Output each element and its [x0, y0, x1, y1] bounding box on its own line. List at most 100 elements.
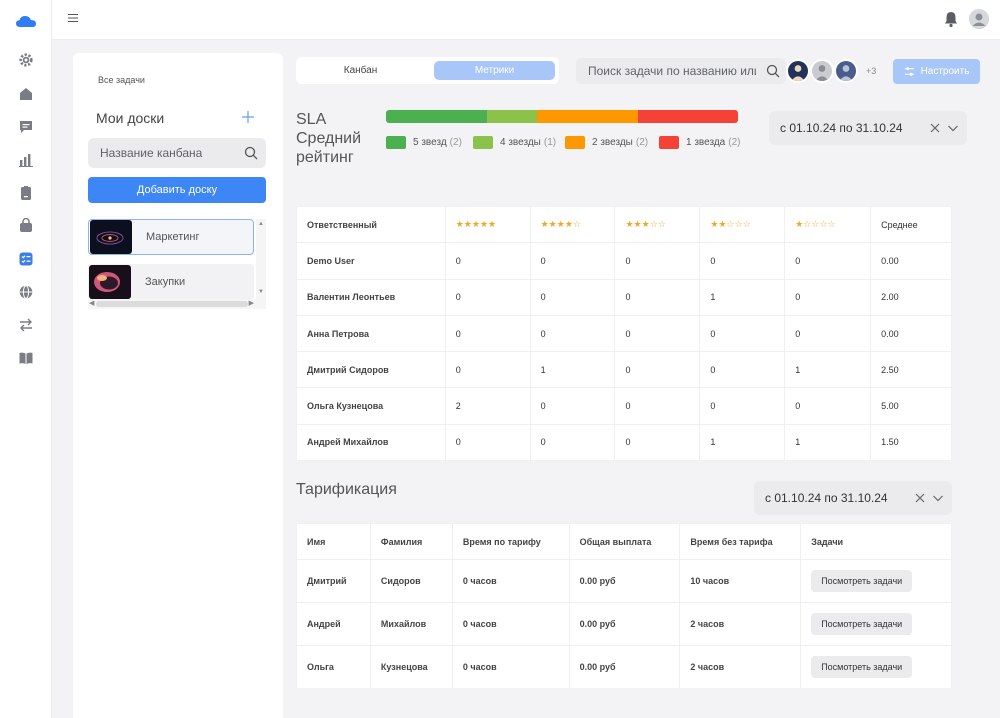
count-cell: 0 [529, 242, 616, 280]
table-row: Валентин Леонтьев 0 0 0 1 0 2.00 [296, 278, 952, 316]
count-cell: 1 [784, 423, 872, 462]
home-icon[interactable] [17, 85, 35, 103]
col-header-tariff-time: Время по тарифу [451, 523, 570, 560]
tarif-cell: Сидоров [369, 559, 453, 603]
horizontal-scrollbar[interactable]: ◀ ▶ [88, 299, 266, 309]
tarif-cell: 0 часов [451, 645, 570, 689]
add-board-button[interactable]: Добавить доску [88, 177, 266, 203]
col-header-1-star: ★☆☆☆☆ [784, 205, 872, 244]
col-header-name: Имя [296, 523, 371, 560]
average-cell: 5.00 [870, 387, 952, 425]
tab-metrics[interactable]: Метрики [434, 61, 555, 80]
col-header-3-stars: ★★★☆☆ [614, 205, 701, 244]
globe-icon[interactable] [17, 283, 35, 301]
count-cell: 2 [444, 387, 531, 425]
search-icon[interactable] [244, 146, 258, 160]
kanban-search-input[interactable] [88, 138, 228, 168]
count-cell: 0 [529, 314, 616, 353]
tasks-checklist-icon[interactable] [17, 250, 35, 268]
count-cell: 0 [444, 423, 531, 462]
average-cell: 0.00 [870, 314, 952, 353]
col-header-surname: Фамилия [369, 523, 453, 560]
chevron-down-icon[interactable] [932, 492, 944, 504]
user-avatar-icon[interactable] [969, 9, 989, 29]
clipboard-icon[interactable] [17, 184, 35, 202]
tarif-cell: 0 часов [451, 602, 570, 646]
table-row: Андрей Михайлов 0 часов 0.00 руб 2 часов Посм… [296, 602, 952, 646]
vertical-scrollbar[interactable]: ▲ ▼ [256, 219, 266, 299]
count-cell: 0 [699, 242, 786, 280]
assignee-avatar[interactable] [786, 59, 810, 83]
my-boards-title: Мои доски [96, 110, 165, 126]
board-item-purchases[interactable]: Закупки [88, 264, 254, 300]
clear-x-icon[interactable] [929, 122, 941, 134]
sla-bar-segment [537, 110, 638, 123]
sliders-icon [904, 67, 914, 76]
responsible-cell: Анна Петрова [296, 314, 446, 353]
tab-kanban[interactable]: Канбан [300, 61, 421, 80]
board-thumbnail [90, 220, 132, 254]
menu-burger-icon[interactable] [68, 13, 78, 23]
tarif-date-range-select[interactable]: с 01.10.24 по 31.10.24 [754, 481, 952, 515]
all-tasks-link[interactable]: Все задачи [98, 75, 145, 85]
tarif-cell: 0.00 руб [568, 602, 681, 646]
more-assignees-count[interactable]: +3 [866, 66, 876, 76]
table-row: Дмитрий Сидоров 0 1 0 0 1 2.50 [296, 351, 952, 389]
col-header: Ответственный [296, 205, 446, 244]
board-item-marketing[interactable]: Маркетинг [88, 219, 254, 255]
col-header-average: Среднее [870, 205, 952, 244]
notifications-bell-icon[interactable] [943, 10, 959, 28]
count-cell: 1 [699, 423, 786, 462]
tarif-cell: Михайлов [369, 602, 453, 646]
count-cell: 0 [614, 242, 701, 280]
settings-gear-icon[interactable] [17, 51, 35, 69]
sla-distribution-bar [386, 110, 738, 123]
table-row: Ольга Кузнецова 2 0 0 0 0 5.00 [296, 387, 952, 425]
assignee-avatar[interactable] [834, 59, 858, 83]
chevron-down-icon[interactable] [947, 122, 959, 134]
responsible-cell: Андрей Михайлов [296, 423, 446, 462]
view-tasks-button[interactable]: Посмотреть задачи [811, 613, 913, 635]
bag-icon[interactable] [17, 217, 35, 235]
average-cell: 2.00 [870, 278, 952, 316]
clear-x-icon[interactable] [914, 492, 926, 504]
count-cell: 0 [784, 387, 872, 425]
tarif-cell: 2 часов [679, 645, 802, 689]
count-cell: 0 [444, 242, 531, 280]
count-cell: 1 [529, 351, 616, 389]
view-tasks-button[interactable]: Посмотреть задачи [811, 570, 913, 592]
count-cell: 0 [784, 242, 872, 280]
sla-bar-segment [637, 110, 738, 123]
task-search-input[interactable] [576, 58, 756, 84]
count-cell: 0 [529, 387, 616, 425]
table-header-row: Ответственный ★★★★★ ★★★★☆ ★★★☆☆ ★★☆☆☆ ★☆… [296, 205, 952, 244]
bar-chart-icon[interactable] [17, 151, 35, 169]
table-row: Андрей Михайлов 0 0 0 1 1 1.50 [296, 423, 952, 462]
transfer-arrows-icon[interactable] [17, 316, 35, 334]
responsible-cell: Валентин Леонтьев [296, 278, 446, 316]
count-cell: 0 [614, 351, 701, 389]
tarif-cell: Андрей [296, 602, 371, 646]
count-cell: 0 [529, 423, 616, 462]
count-cell: 0 [699, 314, 786, 353]
assignee-avatar[interactable] [810, 59, 834, 83]
kanban-search-box [88, 138, 266, 168]
view-tasks-button[interactable]: Посмотреть задачи [811, 656, 913, 678]
sla-date-range-select[interactable]: с 01.10.24 по 31.10.24 [769, 111, 967, 145]
cloud-logo-icon[interactable] [15, 13, 37, 29]
chat-icon[interactable] [17, 118, 35, 136]
book-icon[interactable] [17, 349, 35, 367]
sla-bar-segment [486, 110, 537, 123]
tasks-cell: Посмотреть задачи [800, 645, 952, 689]
average-cell: 1.50 [870, 423, 952, 462]
tarif-cell: 0.00 руб [568, 645, 681, 689]
tasks-cell: Посмотреть задачи [800, 602, 952, 646]
search-icon[interactable] [766, 64, 780, 78]
count-cell: 1 [784, 351, 872, 389]
configure-button[interactable]: Настроить [893, 59, 980, 84]
count-cell: 0 [784, 314, 872, 353]
add-board-plus-icon[interactable] [241, 110, 255, 124]
count-cell: 0 [784, 278, 872, 316]
count-cell: 0 [614, 314, 701, 353]
tarif-cell: Кузнецова [369, 645, 453, 689]
